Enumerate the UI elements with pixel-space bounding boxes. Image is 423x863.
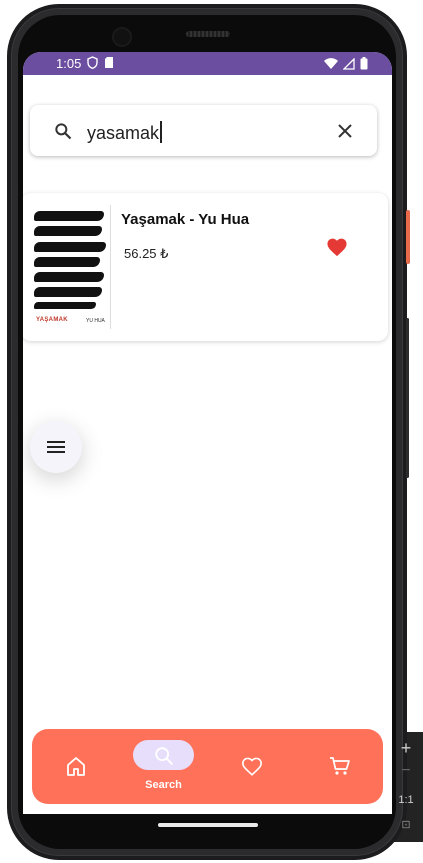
- battery-icon: [360, 57, 368, 70]
- camera-icon: [112, 27, 132, 47]
- nav-favorites[interactable]: [222, 729, 282, 804]
- search-bar[interactable]: yasamak: [30, 105, 377, 156]
- fit-screen-icon[interactable]: ⊡: [396, 818, 416, 831]
- menu-icon: [47, 441, 65, 453]
- book-price: 56.25 ₺: [124, 246, 169, 261]
- status-bar: 1:05: [23, 52, 392, 75]
- bottom-nav: Search: [32, 729, 383, 804]
- zoom-out-button[interactable]: −: [396, 762, 416, 780]
- cover-title: YAŞAMAK: [36, 317, 68, 323]
- status-time: 1:05: [56, 56, 82, 71]
- signal-icon: [343, 57, 355, 70]
- actual-size-button[interactable]: 1:1: [396, 794, 416, 806]
- nav-search-pill[interactable]: [133, 740, 194, 770]
- nav-cart[interactable]: [311, 729, 371, 804]
- cart-icon: [330, 757, 350, 775]
- menu-button[interactable]: [30, 421, 82, 473]
- speaker-grille: [186, 31, 230, 37]
- cover-author: YU HUA: [86, 318, 105, 324]
- close-icon[interactable]: [337, 123, 353, 139]
- zoom-in-button[interactable]: +: [396, 738, 416, 759]
- search-icon: [155, 747, 173, 765]
- nav-search-label[interactable]: Search: [133, 779, 194, 791]
- heart-icon: [242, 757, 262, 776]
- result-card[interactable]: YAŞAMAK YU HUA Yaşamak - Yu Hua 56.25 ₺: [23, 193, 388, 341]
- search-icon[interactable]: [53, 121, 73, 141]
- wifi-icon: [324, 58, 338, 69]
- nav-home[interactable]: [46, 729, 106, 804]
- search-query: yasamak: [87, 123, 160, 143]
- text-caret: [160, 121, 162, 143]
- sd-card-icon: [105, 57, 113, 68]
- book-title: Yaşamak - Yu Hua: [121, 211, 250, 228]
- home-icon: [67, 757, 85, 776]
- shield-icon: [87, 56, 98, 69]
- volume-button[interactable]: [406, 318, 409, 478]
- heart-icon[interactable]: [326, 237, 348, 257]
- power-button[interactable]: [406, 210, 410, 264]
- app-screen: 1:05 yasamak YAŞAMAK YU HUA Yaşamak - Yu…: [23, 52, 392, 814]
- book-cover: YAŞAMAK YU HUA: [30, 205, 111, 329]
- home-indicator[interactable]: [158, 823, 258, 827]
- search-input[interactable]: yasamak: [87, 121, 162, 144]
